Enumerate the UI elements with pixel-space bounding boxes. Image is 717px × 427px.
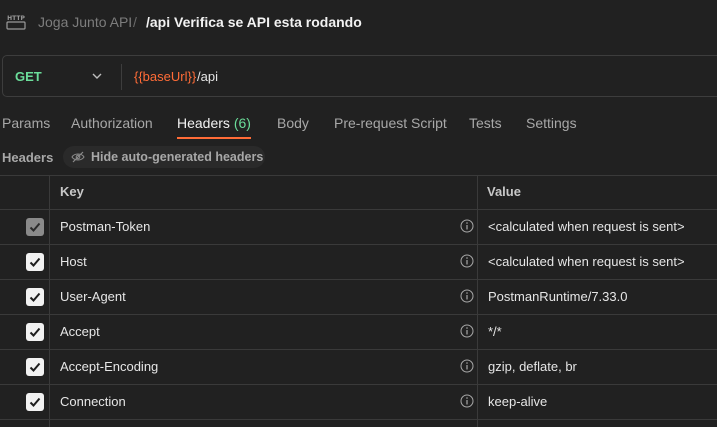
url-variable[interactable]: {{baseUrl}} bbox=[134, 69, 196, 84]
tab-headers-label: Headers bbox=[177, 115, 230, 131]
hide-auto-generated-headers-button[interactable]: Hide auto-generated headers bbox=[63, 146, 265, 168]
tab-pre-request-script[interactable]: Pre-request Script bbox=[334, 115, 447, 131]
svg-text:HTTP: HTTP bbox=[7, 15, 25, 22]
tab-headers[interactable]: Headers (6) bbox=[177, 115, 251, 131]
header-value: gzip, deflate, br bbox=[488, 359, 577, 374]
header-key: Host bbox=[60, 254, 87, 269]
table-row: User-Agent PostmanRuntime/7.33.0 bbox=[0, 279, 717, 314]
info-icon[interactable] bbox=[460, 254, 474, 268]
row-checkbox[interactable] bbox=[26, 358, 44, 376]
tab-authorization[interactable]: Authorization bbox=[71, 115, 153, 131]
breadcrumb: HTTP Joga Junto API / /api Verifica se A… bbox=[0, 0, 717, 44]
table-border bbox=[0, 175, 717, 176]
row-checkbox[interactable] bbox=[26, 393, 44, 411]
row-divider bbox=[0, 419, 717, 420]
headers-table: Key Value Postman-Token <calculated when… bbox=[0, 175, 717, 427]
http-request-icon: HTTP bbox=[6, 15, 26, 30]
hide-button-label: Hide auto-generated headers bbox=[91, 150, 264, 164]
info-icon[interactable] bbox=[460, 219, 474, 233]
tab-tests[interactable]: Tests bbox=[469, 115, 502, 131]
breadcrumb-separator: / bbox=[133, 14, 137, 30]
header-value: */* bbox=[488, 324, 502, 339]
check-icon bbox=[29, 327, 41, 337]
header-value: <calculated when request is sent> bbox=[488, 254, 685, 269]
info-icon[interactable] bbox=[460, 394, 474, 408]
row-checkbox[interactable] bbox=[26, 288, 44, 306]
column-header-key: Key bbox=[60, 184, 84, 199]
row-checkbox[interactable] bbox=[26, 323, 44, 341]
check-icon bbox=[29, 397, 41, 407]
header-value: <calculated when request is sent> bbox=[488, 219, 685, 234]
header-value: PostmanRuntime/7.33.0 bbox=[488, 289, 628, 304]
table-row: Accept-Encoding gzip, deflate, br bbox=[0, 349, 717, 384]
table-row: Accept */* bbox=[0, 314, 717, 349]
method-select[interactable]: GET bbox=[15, 69, 42, 84]
header-key: User-Agent bbox=[60, 289, 126, 304]
table-row: Postman-Token <calculated when request i… bbox=[0, 209, 717, 244]
tab-headers-count: (6) bbox=[233, 115, 251, 131]
url-bar: GET {{baseUrl}} /api bbox=[2, 55, 717, 97]
info-icon[interactable] bbox=[460, 324, 474, 338]
eye-slash-icon bbox=[71, 151, 85, 163]
url-input[interactable]: /api bbox=[197, 69, 218, 84]
request-title[interactable]: /api Verifica se API esta rodando bbox=[146, 14, 362, 30]
tab-params[interactable]: Params bbox=[2, 115, 50, 131]
check-icon bbox=[29, 257, 41, 267]
header-key: Postman-Token bbox=[60, 219, 151, 234]
header-key: Accept-Encoding bbox=[60, 359, 159, 374]
tab-body[interactable]: Body bbox=[277, 115, 309, 131]
header-value: keep-alive bbox=[488, 394, 548, 409]
column-header-value: Value bbox=[487, 184, 521, 199]
info-icon[interactable] bbox=[460, 359, 474, 373]
check-icon bbox=[29, 292, 41, 302]
header-key: Connection bbox=[60, 394, 126, 409]
breadcrumb-collection[interactable]: Joga Junto API bbox=[38, 14, 132, 30]
row-checkbox bbox=[26, 218, 44, 236]
headers-section-label: Headers bbox=[2, 150, 54, 165]
info-icon[interactable] bbox=[460, 289, 474, 303]
url-divider bbox=[121, 64, 122, 90]
chevron-down-icon[interactable] bbox=[91, 70, 103, 82]
header-key: Accept bbox=[60, 324, 100, 339]
table-row: Host <calculated when request is sent> bbox=[0, 244, 717, 279]
check-icon bbox=[29, 222, 41, 232]
table-row: Connection keep-alive bbox=[0, 384, 717, 419]
active-tab-indicator bbox=[177, 137, 251, 139]
check-icon bbox=[29, 362, 41, 372]
tab-settings[interactable]: Settings bbox=[526, 115, 577, 131]
row-checkbox[interactable] bbox=[26, 253, 44, 271]
